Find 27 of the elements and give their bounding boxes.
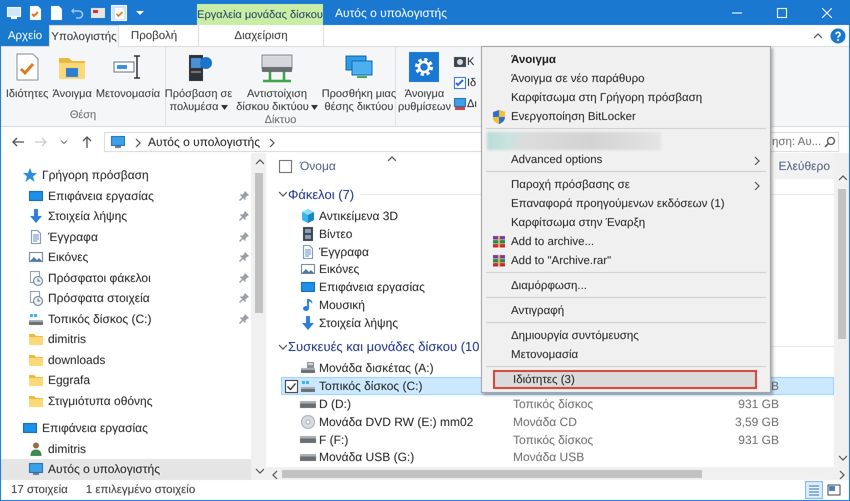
drive-size: 931 GB [738,397,779,412]
group-label: Θέση [68,109,98,123]
file-name: Επιφάνεια εργασίας [319,280,425,294]
file-name: F (F:) [319,432,348,447]
drive-size: 931 GB [738,432,779,447]
file-type: Τοπικός δίσκος [513,397,594,412]
group-label: Δίκτυο [264,114,298,126]
file-name: Μονάδα DVD RW (E:) mm02 [319,414,474,429]
drive-size: 3,59 GB [734,414,779,429]
file-name: Μονάδα δισκέτας (A:) [319,361,434,376]
file-name: Βίντεο [319,226,352,241]
file-name: Έγγραφα [319,244,369,258]
window-title: Αυτός ο υπολογιστής [334,4,448,22]
selection-count: 1 επιλεγμένο στοιχείο [86,484,196,496]
file-type: Μονάδα USB [513,450,584,464]
context-tab-header: Εργαλεία μονάδας δίσκου [197,4,323,25]
file-name: Στοιχεία λήψης [319,316,398,330]
file-name: Αντικείμενα 3D [319,208,398,223]
file-name: Τοπικός δίσκος (C:) [319,379,422,394]
file-name: Μονάδα USB (G:) [319,450,414,464]
file-type: Τοπικός δίσκος [513,432,594,447]
file-type: Μονάδα CD [513,414,577,429]
file-name: Μουσική [319,298,365,312]
item-count: 17 στοιχεία [11,484,68,496]
file-name: Εικόνες [319,262,360,276]
drive-size: B [770,379,779,394]
file-name: D (D:) [319,397,351,412]
